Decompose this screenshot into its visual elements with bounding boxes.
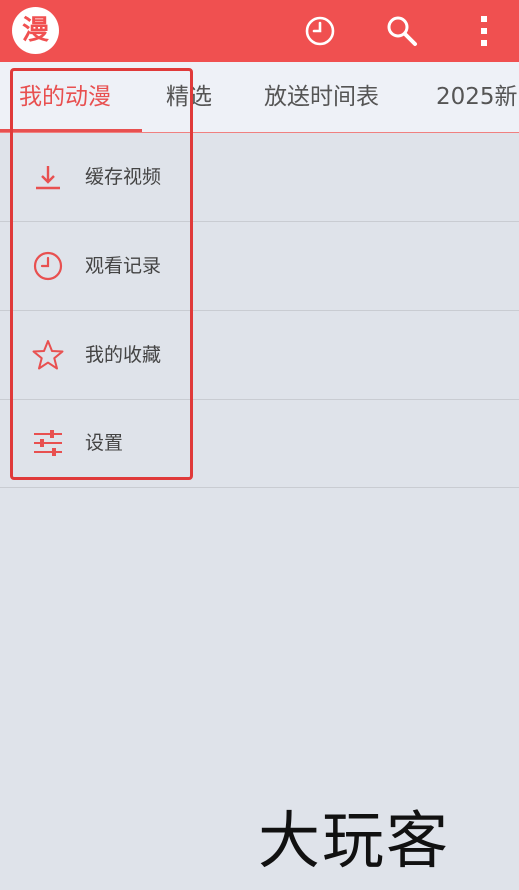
menu-item-favorites[interactable]: 我的收藏 [0,311,519,400]
search-icon[interactable] [379,8,425,54]
menu-item-settings[interactable]: 设置 [0,399,519,488]
menu-item-label: 我的收藏 [85,344,162,366]
tab-bar: 我的动漫 精选 放送时间表 2025新 [0,62,519,133]
menu-item-label: 设置 [85,432,124,454]
menu-item-cached-videos[interactable]: 缓存视频 [0,133,519,222]
watermark-text: 大玩客 [258,804,451,877]
menu-item-label: 缓存视频 [85,166,162,188]
star-icon [30,337,66,373]
menu-item-label: 观看记录 [85,255,162,277]
menu-item-watch-history[interactable]: 观看记录 [0,222,519,311]
tab-2025-new[interactable]: 2025新 [436,62,518,132]
tab-my-anime[interactable]: 我的动漫 [19,62,111,132]
download-icon [30,159,66,195]
active-tab-indicator [0,129,142,132]
app-bar: 漫 [0,0,519,62]
more-vert-icon[interactable] [461,8,507,54]
clock-icon[interactable] [297,8,343,54]
settings-sliders-icon [30,425,66,461]
history-clock-icon [30,248,66,284]
tab-broadcast-schedule[interactable]: 放送时间表 [264,62,379,132]
tab-featured[interactable]: 精选 [166,62,212,132]
app-logo[interactable]: 漫 [12,7,59,54]
